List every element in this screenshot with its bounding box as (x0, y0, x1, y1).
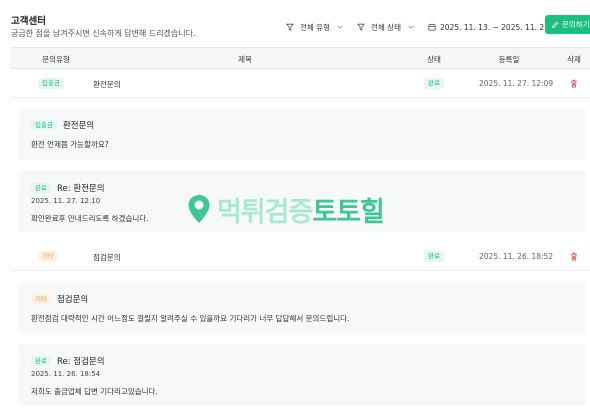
category-badge: 기타 (38, 251, 58, 262)
status-filter-label: 전체 상태 (371, 22, 401, 32)
answer-date: 2025. 11. 26. 18:54 (31, 370, 101, 378)
page-header: 고객센터 궁금한 점을 남겨주시면 신속하게 답변해 드리겠습니다. 전체 유형… (0, 0, 590, 46)
inquiry-title: 점검문의 (93, 253, 121, 262)
inquiry-date: 2025. 11. 26. 18:52 (479, 252, 554, 261)
answer-body: 저희도 출금업체 답변 기다리고있습니다. (31, 387, 158, 396)
date-range-picker[interactable]: 2025. 11. 13. ~ 2025. 11. 27. (428, 20, 564, 34)
page-title: 고객센터 (11, 16, 46, 27)
status-filter-dropdown[interactable]: 전체 상태 (357, 20, 414, 34)
table-row[interactable]: 입출금 환전문의 완료 2025. 11. 27. 12:09 (11, 70, 590, 98)
column-header-title: 제목 (238, 55, 252, 64)
column-header-status: 상태 (427, 55, 441, 64)
trash-icon[interactable] (570, 252, 578, 263)
question-card: 기타 점검문의 환전점검 대략적인 시간 어느정도 걸릴지 알려주실 수 있을까… (19, 282, 586, 334)
chevron-down-icon (408, 24, 414, 30)
category-badge: 입출금 (31, 119, 57, 131)
date-range-label: 2025. 11. 13. ~ 2025. 11. 27. (440, 22, 552, 32)
category-badge: 기타 (31, 293, 51, 305)
question-header: 기타 점검문의 (31, 293, 88, 305)
answer-title: Re: 점검문의 (56, 357, 105, 367)
status-badge: 완료 (424, 78, 444, 89)
type-filter-label: 전체 유형 (300, 22, 330, 32)
status-badge: 완료 (424, 251, 444, 262)
answer-header: 완료 Re: 점검문의 (31, 355, 105, 367)
question-title: 환전문의 (62, 121, 95, 131)
filter-icon (357, 23, 365, 31)
answer-body: 확인완료후 안내드리도록 하겠습니다. (31, 214, 149, 223)
watermark-logo: 먹튀검증토토힐 (187, 190, 385, 229)
watermark-text-part2: 토토힐 (312, 197, 385, 228)
calendar-icon (428, 23, 436, 31)
question-title: 점검문의 (56, 295, 89, 305)
table-header: 문의유형 제목 상태 등록일 삭제 (11, 47, 590, 69)
watermark-text-part1: 먹튀검증 (217, 197, 313, 228)
answer-title: Re: 환전문의 (56, 184, 105, 194)
status-badge: 완료 (31, 355, 51, 367)
filter-icon (286, 23, 294, 31)
type-filter-dropdown[interactable]: 전체 유형 (286, 20, 343, 34)
pencil-icon (551, 21, 559, 29)
column-header-category: 문의유형 (42, 55, 70, 64)
category-badge: 입출금 (38, 78, 64, 89)
watermark-text: 먹튀검증토토힐 (217, 190, 385, 229)
question-card: 입출금 환전문의 환전 언제쯤 가능할까요? (19, 108, 586, 160)
inquiry-date: 2025. 11. 27. 12:09 (479, 79, 554, 88)
answer-date: 2025. 11. 27. 12:10 (31, 197, 101, 205)
trash-icon[interactable] (570, 79, 578, 90)
question-body: 환전점검 대략적인 시간 어느정도 걸릴지 알려주실 수 있을까요 기다리기 너… (31, 314, 350, 323)
column-header-delete: 삭제 (567, 55, 581, 64)
column-header-date: 등록일 (498, 55, 520, 64)
question-body: 환전 언제쯤 가능할까요? (31, 140, 109, 149)
answer-card: 완료 Re: 점검문의 2025. 11. 26. 18:54 저희도 출금업체… (19, 344, 586, 405)
answer-header: 완료 Re: 환전문의 (31, 182, 105, 194)
question-header: 입출금 환전문의 (31, 119, 94, 131)
page-subtitle: 궁금한 점을 남겨주시면 신속하게 답변해 드리겠습니다. (11, 29, 196, 38)
new-inquiry-label: 문의하기 (562, 20, 590, 29)
new-inquiry-button[interactable]: 문의하기 (545, 15, 590, 34)
table-row[interactable]: 기타 점검문의 완료 2025. 11. 26. 18:52 (11, 243, 590, 271)
inquiry-title: 환전문의 (93, 80, 121, 89)
location-pin-icon (187, 194, 211, 226)
status-badge: 완료 (31, 182, 51, 194)
chevron-down-icon (337, 24, 343, 30)
